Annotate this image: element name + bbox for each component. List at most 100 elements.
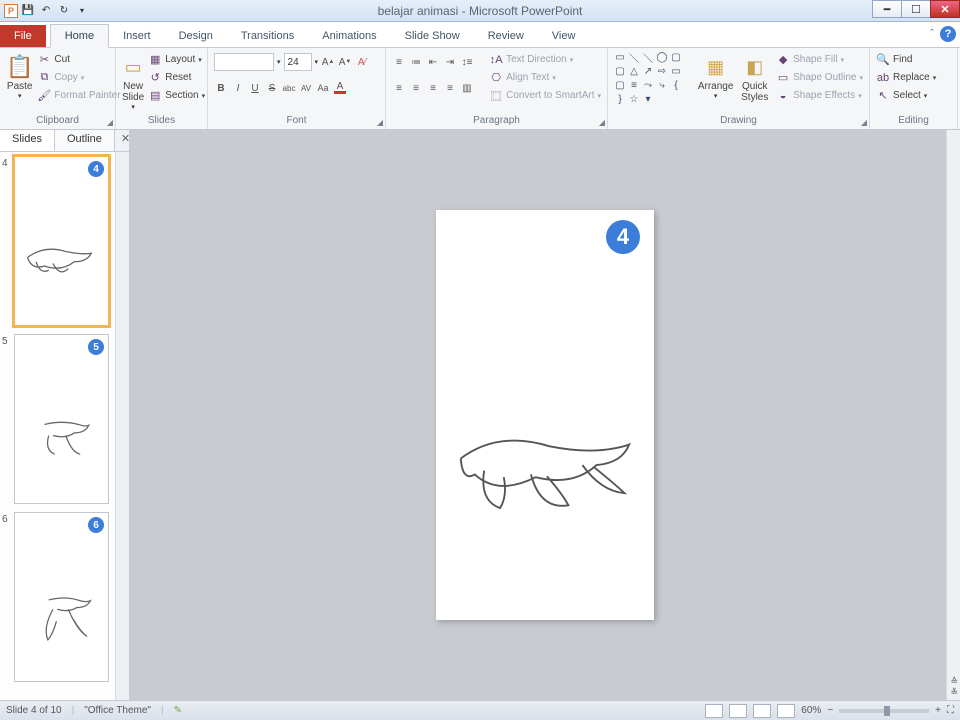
workspace: Slides Outline ✕ 4 4 5 5 xyxy=(0,130,960,700)
slideshow-view-button[interactable] xyxy=(777,704,795,718)
shape-fill-button[interactable]: ◆Shape Fill▾ xyxy=(776,51,863,68)
text-direction-button[interactable]: ↕AText Direction▾ xyxy=(489,51,601,68)
thumbnail-slide-5[interactable]: 5 xyxy=(14,334,109,504)
layout-button[interactable]: ▦Layout▾ xyxy=(148,51,205,68)
zoom-in-button[interactable]: + xyxy=(935,705,941,716)
redo-button[interactable]: ↻ xyxy=(56,3,72,19)
new-slide-button[interactable]: ▭ New Slide ▾ xyxy=(122,51,144,111)
section-button[interactable]: ▤Section▾ xyxy=(148,87,205,104)
spellcheck-icon[interactable]: ✎ xyxy=(174,705,182,716)
save-button[interactable]: 💾 xyxy=(20,3,36,19)
convert-smartart-button[interactable]: ⿴Convert to SmartArt▾ xyxy=(489,87,601,104)
tab-transitions[interactable]: Transitions xyxy=(227,25,308,47)
font-launcher[interactable]: ◢ xyxy=(377,118,383,127)
find-button[interactable]: 🔍Find xyxy=(876,51,936,68)
current-slide[interactable]: 4 xyxy=(436,210,654,620)
canvas-scrollbar-vertical[interactable] xyxy=(946,130,960,700)
justify-button[interactable]: ≡ xyxy=(443,80,457,96)
bold-button[interactable]: B xyxy=(214,80,228,96)
quick-styles-icon: ◧ xyxy=(746,53,763,81)
select-button[interactable]: ↖Select▾ xyxy=(876,87,936,104)
cut-button[interactable]: ✂Cut xyxy=(37,51,120,68)
numbering-button[interactable]: ≔ xyxy=(409,54,423,70)
tab-outline-pane[interactable]: Outline xyxy=(55,130,115,151)
zoom-out-button[interactable]: − xyxy=(827,705,833,716)
shape-outline-button[interactable]: ▭Shape Outline▾ xyxy=(776,69,863,86)
reset-button[interactable]: ↺Reset xyxy=(148,69,205,86)
thumbnail-slide-6[interactable]: 6 xyxy=(14,512,109,682)
shape-more-icon[interactable]: ▾ xyxy=(642,93,654,105)
shadow-button[interactable]: abc xyxy=(282,80,296,96)
grow-font-button[interactable]: A▲ xyxy=(321,54,335,70)
sorter-view-button[interactable] xyxy=(729,704,747,718)
prev-slide-arrow-icon[interactable]: ≙ xyxy=(950,676,958,687)
qat-customize-dropdown[interactable]: ▾ xyxy=(74,3,90,19)
reading-view-button[interactable] xyxy=(753,704,771,718)
tab-slides-pane[interactable]: Slides xyxy=(0,130,55,151)
shape-oval-icon: ◯ xyxy=(656,51,668,63)
slide-nav-arrows[interactable]: ≙ ≚ xyxy=(950,676,958,698)
copy-button[interactable]: ⧉Copy▾ xyxy=(37,69,120,86)
font-color-button[interactable]: A xyxy=(333,80,347,96)
bullets-button[interactable]: ≡ xyxy=(392,54,406,70)
thumbnail-slide-4[interactable]: 4 xyxy=(14,156,109,326)
panel-scrollbar[interactable] xyxy=(115,152,129,700)
char-spacing-button[interactable]: AV xyxy=(299,80,313,96)
tab-design[interactable]: Design xyxy=(165,25,227,47)
shrink-font-button[interactable]: A▼ xyxy=(338,54,352,70)
clear-formatting-button[interactable]: A⁄ xyxy=(355,54,369,70)
font-family-combobox[interactable] xyxy=(214,53,274,71)
minimize-button[interactable]: ━ xyxy=(872,0,902,18)
underline-button[interactable]: U xyxy=(248,80,262,96)
maximize-button[interactable]: ☐ xyxy=(901,0,931,18)
tab-file[interactable]: File xyxy=(0,25,46,47)
fit-to-window-button[interactable]: ⛶ xyxy=(947,705,954,716)
align-center-button[interactable]: ≡ xyxy=(409,80,423,96)
reset-icon: ↺ xyxy=(148,71,162,84)
tab-review[interactable]: Review xyxy=(474,25,538,47)
tab-insert[interactable]: Insert xyxy=(109,25,165,47)
close-button[interactable]: ✕ xyxy=(930,0,960,18)
strikethrough-button[interactable]: S xyxy=(265,80,279,96)
quick-styles-button[interactable]: ◧ Quick Styles xyxy=(737,51,772,103)
shapes-gallery[interactable]: ▭ ＼ ＼ ◯ ▢ ▢ △ ↗ ⇨ ▭ ▢ ≡ ⤳ ⤷ { } ☆ ▾ xyxy=(614,51,694,105)
normal-view-button[interactable] xyxy=(705,704,723,718)
tab-slideshow[interactable]: Slide Show xyxy=(391,25,474,47)
replace-icon: ab xyxy=(876,72,890,84)
thumbnail-row[interactable]: 6 6 xyxy=(2,512,113,682)
arrange-button[interactable]: ▦ Arrange ▾ xyxy=(698,51,734,100)
columns-button[interactable]: ▥ xyxy=(460,80,474,96)
zoom-level[interactable]: 60% xyxy=(801,705,821,716)
replace-button[interactable]: abReplace▾ xyxy=(876,69,936,86)
clipboard-launcher[interactable]: ◢ xyxy=(107,118,113,127)
tab-home[interactable]: Home xyxy=(50,24,109,48)
group-paragraph-label: Paragraph xyxy=(392,115,601,128)
undo-button[interactable]: ↶ xyxy=(38,3,54,19)
thumbnail-row[interactable]: 5 5 xyxy=(2,334,113,504)
tab-view[interactable]: View xyxy=(538,25,590,47)
italic-button[interactable]: I xyxy=(231,80,245,96)
slide-badge: 4 xyxy=(88,161,104,177)
next-slide-arrow-icon[interactable]: ≚ xyxy=(950,687,958,698)
help-icon[interactable]: ? xyxy=(940,26,956,42)
align-left-button[interactable]: ≡ xyxy=(392,80,406,96)
paragraph-launcher[interactable]: ◢ xyxy=(599,118,605,127)
thumbnail-list[interactable]: 4 4 5 5 6 xyxy=(0,152,115,700)
paste-button[interactable]: 📋 Paste ▾ xyxy=(6,51,33,100)
minimize-ribbon-icon[interactable]: ˆ xyxy=(930,28,934,40)
line-spacing-button[interactable]: ↕≡ xyxy=(460,54,474,70)
zoom-slider[interactable] xyxy=(839,709,929,713)
replace-label: Replace xyxy=(893,72,930,83)
format-painter-button[interactable]: 🖌Format Painter xyxy=(37,87,120,104)
thumbnail-row[interactable]: 4 4 xyxy=(2,156,113,326)
shape-effects-button[interactable]: ◒Shape Effects▾ xyxy=(776,87,863,104)
slide-number-badge: 4 xyxy=(606,220,640,254)
tab-animations[interactable]: Animations xyxy=(308,25,390,47)
align-right-button[interactable]: ≡ xyxy=(426,80,440,96)
change-case-button[interactable]: Aa xyxy=(316,80,330,96)
align-text-button[interactable]: ⎔Align Text▾ xyxy=(489,69,601,86)
decrease-indent-button[interactable]: ⇤ xyxy=(426,54,440,70)
font-size-combobox[interactable]: 24 xyxy=(284,53,312,71)
drawing-launcher[interactable]: ◢ xyxy=(861,118,867,127)
increase-indent-button[interactable]: ⇥ xyxy=(443,54,457,70)
